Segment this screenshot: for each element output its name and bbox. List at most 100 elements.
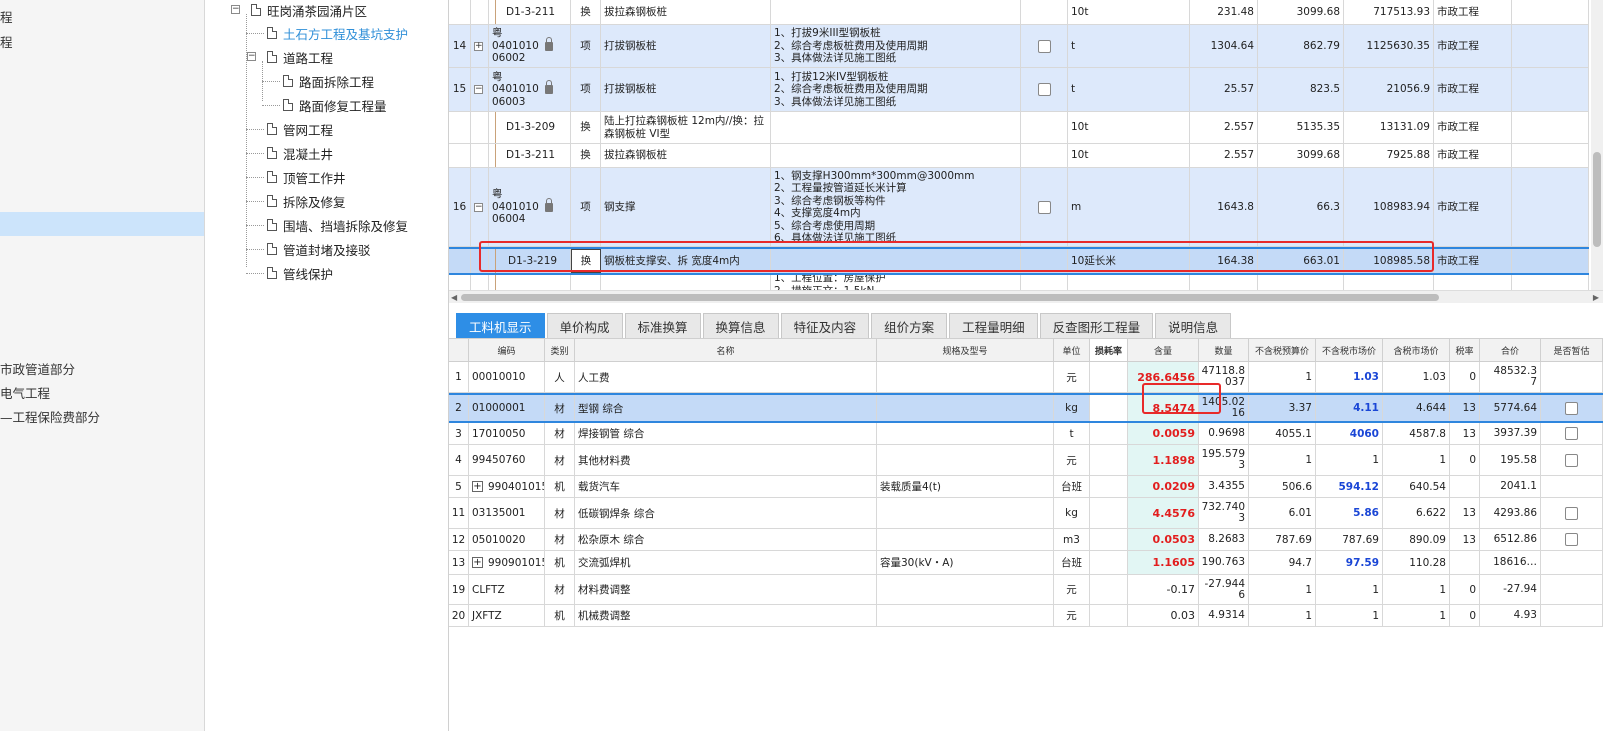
resource-cell-name[interactable]: 交流弧焊机 <box>575 551 877 574</box>
resource-row[interactable]: 12 05010020 材 松杂原木 综合 m3 0.0503 8.2683 787.69 78… <box>449 529 1603 551</box>
column-header-qty[interactable]: 含量 <box>1128 339 1199 361</box>
bill-cell-code[interactable]: D1-3-211 <box>489 144 571 167</box>
tab-1[interactable]: 工料机显示 <box>456 313 545 338</box>
resource-cell-spec[interactable]: 容量30(kV・A) <box>877 551 1054 574</box>
bill-cell-qty[interactable]: 164.38 <box>1190 249 1258 273</box>
bill-row[interactable]: D1-3-211 换拔拉森钢板桩 10t 231.48 3099.68 717513.93… <box>449 0 1589 25</box>
resource-cell-total[interactable]: 4.93 <box>1480 605 1541 626</box>
collapse-icon[interactable]: − <box>474 85 483 94</box>
resource-cell-tax_rate[interactable] <box>1450 551 1480 574</box>
bill-cell-total[interactable]: 21056.9 <box>1344 68 1434 111</box>
collapse-icon[interactable]: − <box>474 202 483 212</box>
resource-cell-checkbox[interactable] <box>1541 498 1603 528</box>
tab-2[interactable]: 单价构成 <box>546 313 623 338</box>
bill-cell-name[interactable]: 陆上打拉森钢板桩 12m内//换：拉森钢板桩 VI型 <box>601 112 771 143</box>
left-panel-item[interactable]: —工程保险费部分 <box>0 407 100 426</box>
bill-cell-name[interactable]: 打拔钢板桩 <box>601 25 771 67</box>
resource-cell-budget[interactable]: 1 <box>1249 362 1316 392</box>
bill-cell-extra[interactable] <box>1512 249 1589 273</box>
resource-cell-loss[interactable] <box>1090 362 1128 392</box>
bill-cell-unit[interactable]: t <box>1068 68 1190 111</box>
resource-row[interactable]: 13 +990901015 机交流弧焊机 容量30(kV・A) 台班 1.1605 190.… <box>449 551 1603 575</box>
tab-4[interactable]: 换算信息 <box>702 313 779 338</box>
bill-cell-qty[interactable]: 25.57 <box>1190 68 1258 111</box>
scroll-left-icon[interactable]: ◀ <box>451 293 457 302</box>
row-checkbox[interactable] <box>1037 83 1051 96</box>
resource-cell-loss[interactable] <box>1090 445 1128 475</box>
bill-row[interactable]: D1-3-219 换钢板桩支撑安、拆 宽度4m内 10延长米 164.38 663.01… <box>449 247 1589 275</box>
resource-cell-name[interactable]: 低碳钢焊条 综合 <box>575 498 877 528</box>
bill-cell-type[interactable]: 换 <box>571 144 601 167</box>
bill-cell-major[interactable]: 市政工程 <box>1434 168 1512 246</box>
resource-cell-unit[interactable]: 元 <box>1054 575 1090 604</box>
bill-cell-total[interactable]: 108985.58 <box>1344 249 1434 273</box>
column-header-name[interactable]: 名称 <box>575 339 877 361</box>
resource-cell-budget[interactable]: 1 <box>1249 605 1316 626</box>
resource-cell-name[interactable]: 焊接钢管 综合 <box>575 423 877 444</box>
resource-cell-amount[interactable]: 190.763 <box>1199 551 1249 574</box>
bill-cell-major[interactable]: 市政工程 <box>1434 68 1512 111</box>
tree-node[interactable]: 拆除及修复 <box>267 191 346 211</box>
bill-cell-spec[interactable] <box>771 0 1021 24</box>
resource-cell-amount[interactable]: 0.9698 <box>1199 423 1249 444</box>
column-header-checkbox[interactable]: 是否暂估 <box>1541 339 1603 361</box>
resource-cell-unit[interactable]: 台班 <box>1054 476 1090 497</box>
resource-cell-checkbox[interactable] <box>1541 476 1603 497</box>
resource-row[interactable]: 2 01000001 材型钢 综合 kg 8.5474 1405.02 16 3.37 4.1… <box>449 393 1603 423</box>
resource-cell-tax_market[interactable]: 890.09 <box>1383 529 1450 550</box>
resource-cell-type[interactable]: 人 <box>545 362 575 392</box>
resource-cell-amount[interactable]: 47118.8 037 <box>1199 362 1249 392</box>
resource-cell-name[interactable]: 型钢 综合 <box>575 395 877 421</box>
column-header-loss[interactable]: 损耗率 <box>1090 339 1128 361</box>
left-panel-item[interactable]: 电气工程 <box>0 383 50 402</box>
left-panel-item[interactable]: 市政管道部分 <box>0 359 75 378</box>
resource-cell-budget[interactable]: 94.7 <box>1249 551 1316 574</box>
bill-cell-code[interactable]: 粤 0401010 06004 <box>489 168 571 246</box>
vertical-scroll-thumb[interactable] <box>1593 152 1601 247</box>
resource-cell-name[interactable]: 其他材料费 <box>575 445 877 475</box>
resource-cell-budget[interactable]: 4055.1 <box>1249 423 1316 444</box>
resource-cell-qty[interactable]: 1.1605 <box>1128 551 1199 574</box>
resource-cell-tax_market[interactable]: 1.03 <box>1383 362 1450 392</box>
tree-node[interactable]: 管道封堵及接驳 <box>267 239 371 259</box>
bill-cell-name[interactable]: 钢板桩支撑安、拆 宽度4m内 <box>601 249 771 273</box>
tab-7[interactable]: 工程量明细 <box>949 313 1038 338</box>
resource-cell-checkbox[interactable] <box>1541 605 1603 626</box>
bill-cell-total[interactable]: 717513.93 <box>1344 0 1434 24</box>
bill-cell-spec[interactable] <box>771 144 1021 167</box>
resource-cell-tax_market[interactable]: 1 <box>1383 575 1450 604</box>
tree-node[interactable]: 路面修复工程量 <box>283 95 387 115</box>
resource-cell-type[interactable]: 机 <box>545 551 575 574</box>
resource-cell-tax_rate[interactable]: 0 <box>1450 445 1480 475</box>
resource-cell-total[interactable]: 18616… <box>1480 551 1541 574</box>
resource-cell-loss[interactable] <box>1090 423 1128 444</box>
resource-cell-market[interactable]: 1 <box>1316 445 1383 475</box>
bill-cell-extra[interactable] <box>1512 144 1589 167</box>
bill-cell-spec[interactable] <box>771 249 1021 273</box>
resource-cell-qty[interactable]: -0.17 <box>1128 575 1199 604</box>
column-header-budget[interactable]: 不含税预算价 <box>1249 339 1316 361</box>
resource-cell-qty[interactable]: 1.1898 <box>1128 445 1199 475</box>
row-checkbox[interactable] <box>1037 39 1051 53</box>
resource-cell-budget[interactable]: 1 <box>1249 445 1316 475</box>
bill-cell-code[interactable]: D1-3-209 <box>489 112 571 143</box>
resource-cell-checkbox[interactable] <box>1541 362 1603 392</box>
resource-cell-tax_market[interactable]: 1 <box>1383 445 1450 475</box>
resource-row[interactable]: 19 CLFTZ 材 材料费调整 元 -0.17 -27.944 6 1 1 1 0 -27.94 <box>449 575 1603 605</box>
resource-cell-tax_rate[interactable]: 13 <box>1450 423 1480 444</box>
tab-8[interactable]: 反查图形工程量 <box>1039 313 1154 338</box>
bill-cell-unit[interactable]: 10t <box>1068 0 1190 24</box>
bill-cell-total[interactable]: 1125630.35 <box>1344 25 1434 67</box>
bill-cell-spec[interactable]: 1、打拔9米III型钢板桩 2、综合考虑板桩费用及使用周期 3、具体做法详见施工… <box>771 25 1021 67</box>
resource-cell-total[interactable]: 4293.86 <box>1480 498 1541 528</box>
resource-cell-name[interactable]: 载货汽车 <box>575 476 877 497</box>
bill-cell-total[interactable]: 108983.94 <box>1344 168 1434 246</box>
bill-cell-chk[interactable] <box>1021 144 1068 167</box>
resource-cell-total[interactable]: 5774.64 <box>1480 395 1541 421</box>
bill-cell-code[interactable]: 粤 0401010 06003 <box>489 68 571 111</box>
bill-cell-qty[interactable]: 231.48 <box>1190 0 1258 24</box>
resource-cell-spec[interactable] <box>877 529 1054 550</box>
column-header-total[interactable]: 合价 <box>1480 339 1541 361</box>
resource-cell-name[interactable]: 人工费 <box>575 362 877 392</box>
resource-cell-unit[interactable]: t <box>1054 423 1090 444</box>
